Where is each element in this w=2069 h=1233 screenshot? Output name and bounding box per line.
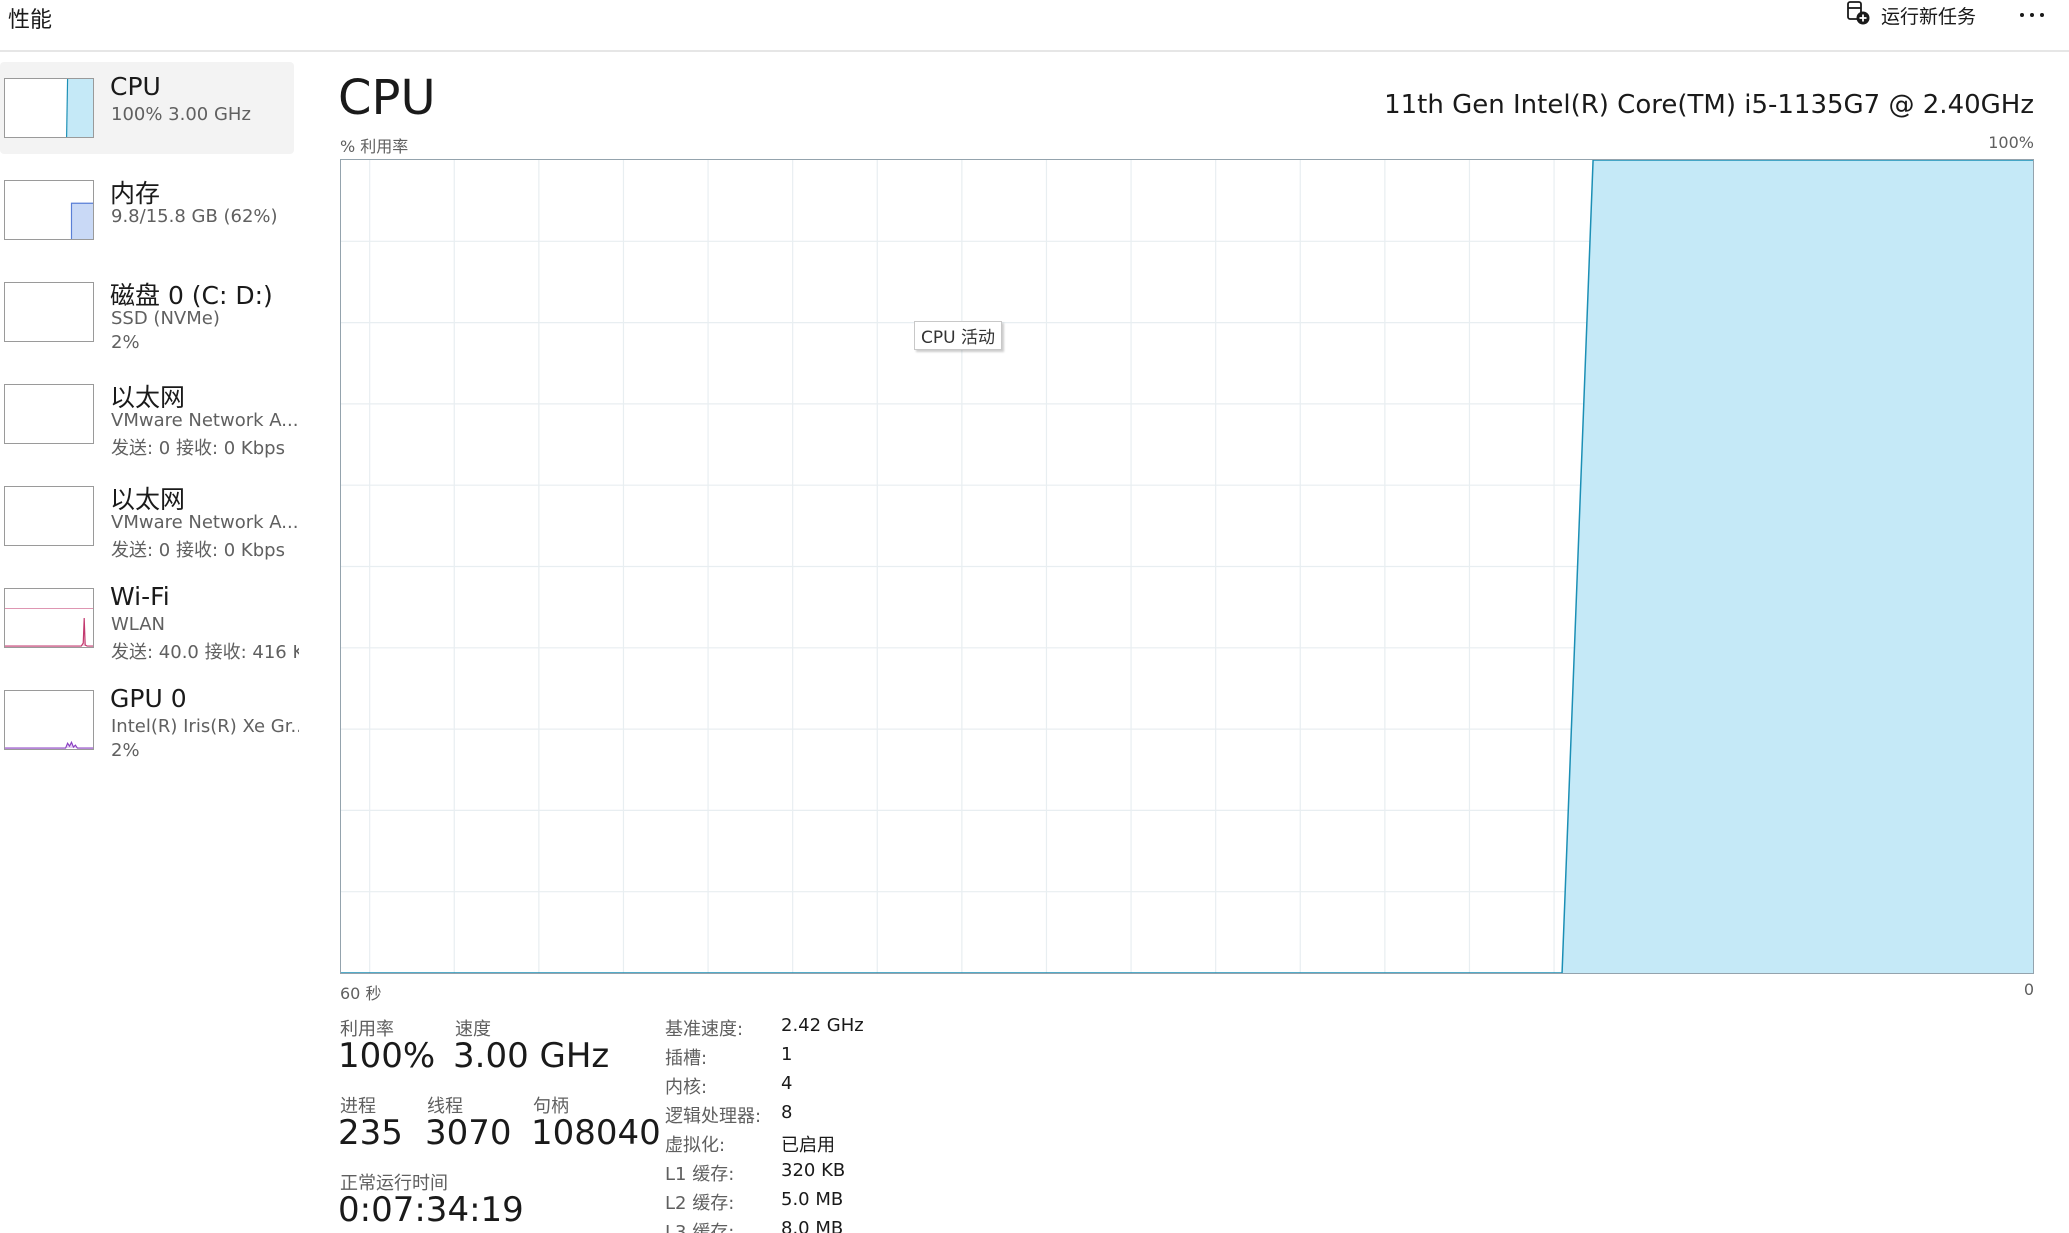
run-new-task-button[interactable]: 运行新任务	[1845, 0, 1976, 30]
spec-key: L2 缓存:	[665, 1193, 735, 1214]
top-bar: 性能 运行新任务	[0, 0, 2069, 52]
spec-value: 8.0 MB	[781, 1218, 844, 1233]
sidebar-item-label: 内存	[110, 179, 161, 208]
processes-value: 235	[338, 1113, 403, 1153]
sidebar-item-label: Wi-Fi	[110, 582, 170, 611]
cpu-thumbnail-graph	[4, 78, 94, 138]
sidebar-item-gpu[interactable]: GPU 0 Intel(R) Iris(R) Xe Gr... 2%	[0, 674, 299, 766]
spec-value: 1	[781, 1044, 793, 1065]
more-dots-icon[interactable]	[2012, 0, 2052, 30]
page-heading: CPU	[338, 70, 436, 126]
ethernet-thumbnail-graph	[4, 384, 94, 444]
sidebar-item-disk[interactable]: 磁盘 0 (C: D:) SSD (NVMe) 2%	[0, 266, 294, 358]
sidebar-item-ethernet-2[interactable]: 以太网 VMware Network A... 发送: 0 接收: 0 Kbps	[0, 470, 298, 562]
sidebar-item-label: 磁盘 0 (C: D:)	[110, 281, 273, 310]
cpu-model-name: 11th Gen Intel(R) Core(TM) i5-1135G7 @ 2…	[1384, 90, 2034, 120]
run-new-task-icon	[1845, 0, 1871, 31]
wifi-thumbnail-graph	[4, 588, 94, 648]
x-axis-right-label: 0	[2023, 980, 2034, 999]
spec-value: 已启用	[781, 1135, 835, 1156]
ethernet-thumbnail-graph	[4, 486, 94, 546]
sidebar-item-usage: 2%	[111, 740, 140, 761]
sidebar-item-detail: Intel(R) Iris(R) Xe Gr...	[111, 716, 299, 737]
cpu-activity-tooltip: CPU 活动	[914, 321, 1002, 350]
y-axis-label: % 利用率	[340, 137, 409, 156]
sidebar-item-wifi[interactable]: Wi-Fi WLAN 发送: 40.0 接收: 416 K	[0, 572, 299, 664]
spec-value: 2.42 GHz	[781, 1015, 864, 1036]
run-new-task-label: 运行新任务	[1881, 5, 1977, 28]
spec-key: L1 缓存:	[665, 1164, 735, 1185]
spec-key: 逻辑处理器:	[665, 1106, 762, 1127]
spec-value: 320 KB	[781, 1160, 846, 1181]
sidebar-item-usage: 2%	[111, 332, 140, 353]
sidebar-item-detail: VMware Network A...	[111, 410, 299, 431]
spec-key: 内核:	[665, 1077, 708, 1098]
sidebar-item-label: CPU	[110, 72, 161, 101]
spec-key: L3 缓存:	[665, 1222, 735, 1233]
handles-value: 108040	[531, 1113, 661, 1153]
spec-value: 4	[781, 1073, 793, 1094]
sidebar-item-detail: 100% 3.00 GHz	[111, 104, 251, 125]
disk-thumbnail-graph	[4, 282, 94, 342]
sidebar-item-detail: SSD (NVMe)	[111, 308, 220, 329]
sidebar-item-label: 以太网	[110, 485, 186, 514]
cpu-activity-graph[interactable]	[340, 159, 2034, 974]
spec-value: 5.0 MB	[781, 1189, 844, 1210]
sidebar: CPU 100% 3.00 GHz 内存 9.8/15.8 GB (62%) 磁…	[0, 62, 300, 776]
spec-key: 基准速度:	[665, 1019, 744, 1040]
uptime-value: 0:07:34:19	[338, 1190, 524, 1230]
gpu-thumbnail-graph	[4, 690, 94, 750]
sidebar-item-detail: 9.8/15.8 GB (62%)	[111, 206, 278, 227]
sidebar-item-throughput: 发送: 40.0 接收: 416 K	[111, 642, 299, 663]
sidebar-item-cpu[interactable]: CPU 100% 3.00 GHz	[0, 62, 294, 154]
page-title: 性能	[8, 8, 53, 33]
x-axis-left-label: 60 秒	[340, 984, 382, 1003]
speed-value: 3.00 GHz	[453, 1036, 610, 1076]
sidebar-item-throughput: 发送: 0 接收: 0 Kbps	[111, 540, 285, 561]
utilization-value: 100%	[338, 1036, 436, 1076]
spec-key: 虚拟化:	[665, 1135, 726, 1156]
threads-value: 3070	[425, 1113, 512, 1153]
sidebar-item-label: GPU 0	[110, 684, 187, 713]
sidebar-item-ethernet-1[interactable]: 以太网 VMware Network A... 发送: 0 接收: 0 Kbps	[0, 368, 298, 460]
sidebar-item-throughput: 发送: 0 接收: 0 Kbps	[111, 438, 285, 459]
sidebar-item-label: 以太网	[110, 383, 186, 412]
sidebar-item-memory[interactable]: 内存 9.8/15.8 GB (62%)	[0, 164, 294, 256]
memory-thumbnail-graph	[4, 180, 94, 240]
sidebar-item-detail: WLAN	[111, 614, 166, 635]
cpu-activity-chart	[341, 160, 2033, 973]
spec-key: 插槽:	[665, 1048, 708, 1069]
sidebar-item-detail: VMware Network A...	[111, 512, 299, 533]
spec-value: 8	[781, 1102, 793, 1123]
y-axis-max-label: 100%	[1988, 133, 2034, 152]
